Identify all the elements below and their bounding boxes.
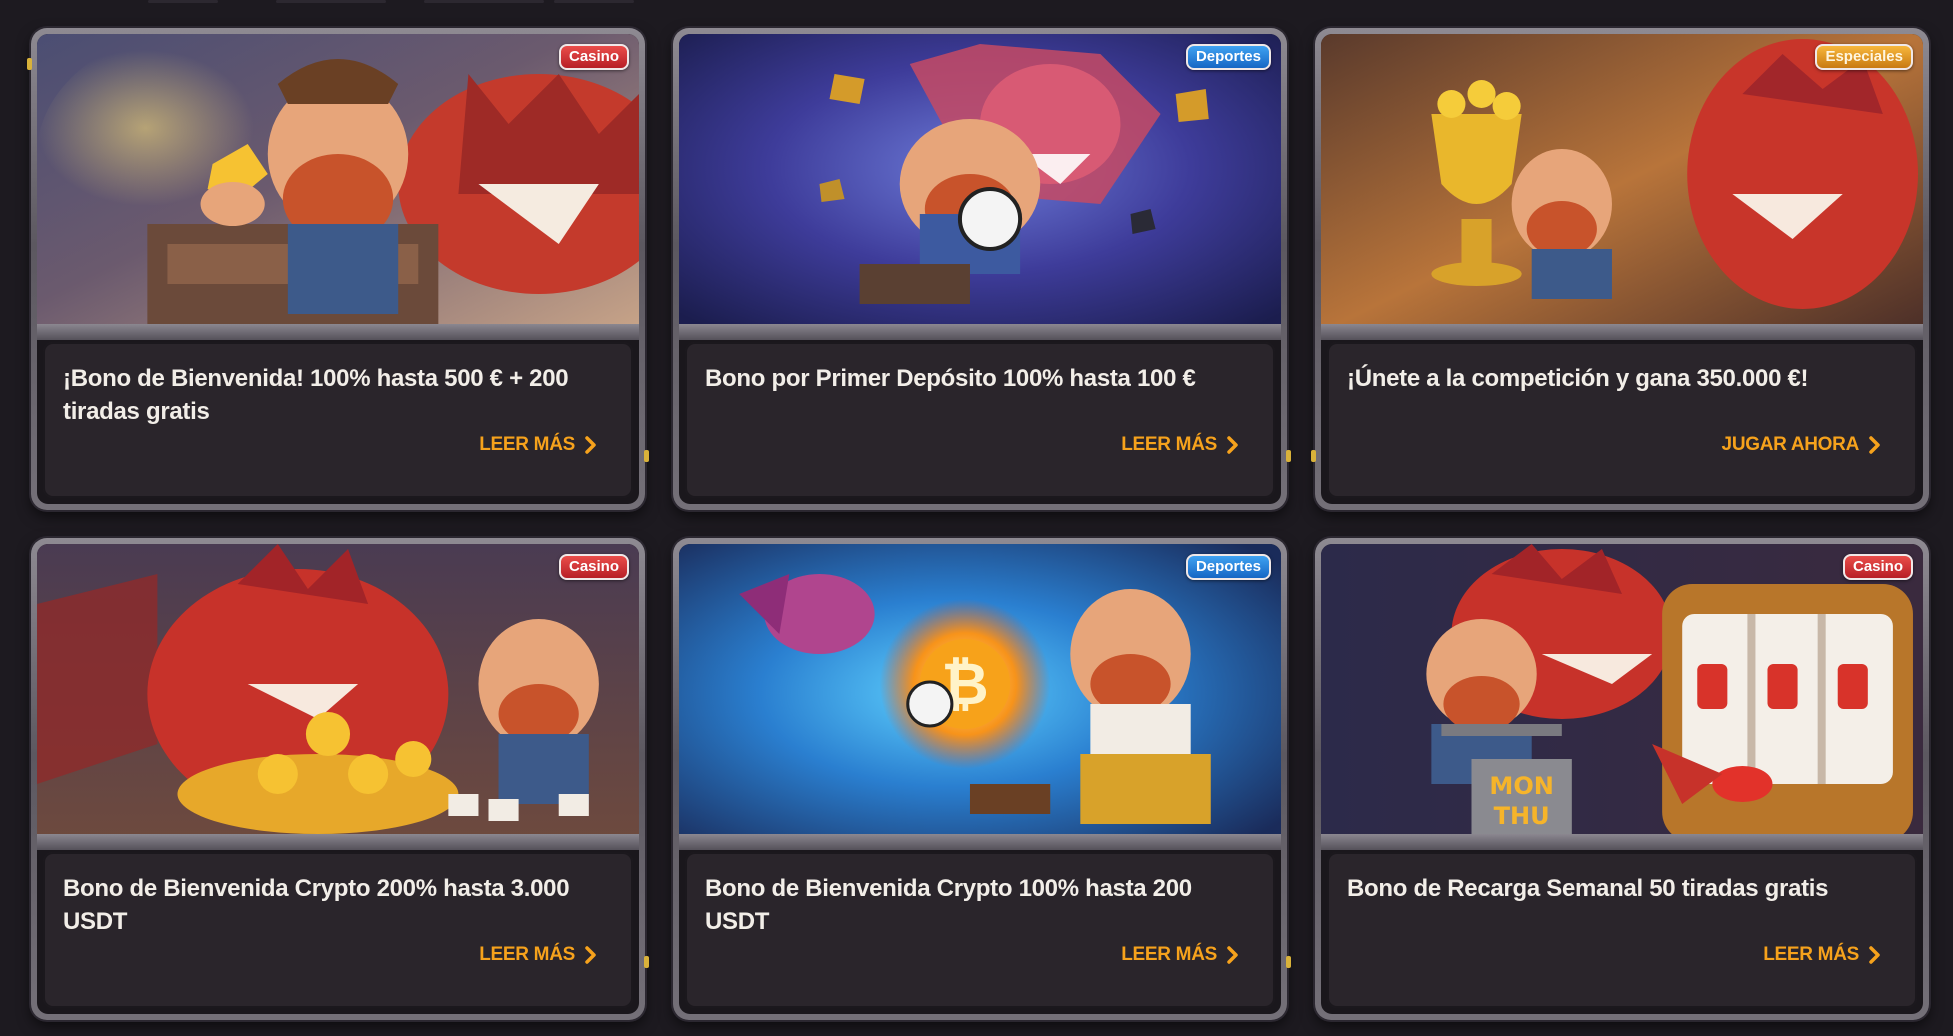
category-badge: Casino <box>558 44 629 70</box>
promo-title: ¡Bono de Bienvenida! 100% hasta 500 € + … <box>63 365 569 425</box>
frame-ornament <box>644 450 649 462</box>
cta-label: LEER MÁS <box>1121 944 1217 965</box>
promo-card-body: Casino Bono de Bienvenida Crypto 200% ha… <box>37 544 639 1014</box>
category-badge: Especiales <box>1815 44 1913 70</box>
promo-image <box>37 544 639 842</box>
chevron-right-icon <box>1869 946 1880 964</box>
promo-card[interactable]: MON THU Casino Bono de Recarga Semanal 5… <box>1315 538 1929 1020</box>
top-divider <box>0 0 1953 6</box>
promo-title: Bono de Bienvenida Crypto 100% hasta 200… <box>705 875 1192 935</box>
frame-ornament <box>1286 956 1291 968</box>
promo-card[interactable]: ₿ Deportes Bono de Bienvenida Crypto 100… <box>673 538 1291 1020</box>
promo-card-body: Casino ¡Bono de Bienvenida! 100% hasta 5… <box>37 34 639 504</box>
promo-card-body: ₿ Deportes Bono de Bienvenida Crypto 100… <box>679 544 1281 1014</box>
chevron-right-icon <box>1869 436 1880 454</box>
cta-label: LEER MÁS <box>1121 434 1217 455</box>
card-divider <box>679 834 1281 850</box>
promotions-grid: Casino ¡Bono de Bienvenida! 100% hasta 5… <box>27 28 1929 1020</box>
cta-label: LEER MÁS <box>479 434 575 455</box>
promo-card-body: MON THU Casino Bono de Recarga Semanal 5… <box>1321 544 1923 1014</box>
card-divider <box>37 834 639 850</box>
promo-card[interactable]: Especiales ¡Únete a la competición y gan… <box>1311 28 1929 510</box>
art-lettering: THU <box>1494 802 1550 830</box>
promo-image <box>37 34 639 332</box>
chevron-right-icon <box>1227 946 1238 964</box>
category-badge: Deportes <box>1185 554 1271 580</box>
read-more-button[interactable]: LEER MÁS <box>1763 944 1881 966</box>
card-divider <box>1321 834 1923 850</box>
promo-image: ₿ <box>679 544 1281 842</box>
promo-image <box>679 34 1281 332</box>
card-divider <box>1321 324 1923 340</box>
read-more-button[interactable]: LEER MÁS <box>479 434 597 456</box>
frame-ornament <box>644 956 649 968</box>
promo-title: ¡Únete a la competición y gana 350.000 €… <box>1347 365 1809 392</box>
frame-ornament <box>1311 450 1316 462</box>
read-more-button[interactable]: LEER MÁS <box>1121 434 1239 456</box>
promo-title: Bono de Recarga Semanal 50 tiradas grati… <box>1347 875 1829 902</box>
category-badge: Casino <box>1842 554 1913 580</box>
cta-label: JUGAR AHORA <box>1721 434 1860 455</box>
promo-info: Bono de Bienvenida Crypto 100% hasta 200… <box>685 852 1275 1008</box>
promo-info: Bono de Bienvenida Crypto 200% hasta 3.0… <box>43 852 633 1008</box>
promo-info: Bono por Primer Depósito 100% hasta 100 … <box>685 342 1275 498</box>
promo-card[interactable]: Casino Bono de Bienvenida Crypto 200% ha… <box>31 538 649 1020</box>
read-more-button[interactable]: LEER MÁS <box>1121 944 1239 966</box>
cta-label: LEER MÁS <box>479 944 575 965</box>
play-now-button[interactable]: JUGAR AHORA <box>1722 434 1881 456</box>
promo-card-body: Deportes Bono por Primer Depósito 100% h… <box>679 34 1281 504</box>
promo-card[interactable]: Deportes Bono por Primer Depósito 100% h… <box>673 28 1291 510</box>
promo-info: ¡Bono de Bienvenida! 100% hasta 500 € + … <box>43 342 633 498</box>
cta-label: LEER MÁS <box>1763 944 1859 965</box>
promo-title: Bono por Primer Depósito 100% hasta 100 … <box>705 365 1196 392</box>
art-lettering: MON <box>1489 772 1554 800</box>
promo-info: Bono de Recarga Semanal 50 tiradas grati… <box>1327 852 1917 1008</box>
chevron-right-icon <box>1227 436 1238 454</box>
promo-card[interactable]: Casino ¡Bono de Bienvenida! 100% hasta 5… <box>27 28 649 510</box>
promo-info: ¡Únete a la competición y gana 350.000 €… <box>1327 342 1917 498</box>
read-more-button[interactable]: LEER MÁS <box>479 944 597 966</box>
frame-ornament <box>27 58 32 70</box>
chevron-right-icon <box>585 946 596 964</box>
category-badge: Deportes <box>1185 44 1271 70</box>
promo-image: MON THU <box>1321 544 1923 842</box>
promo-title: Bono de Bienvenida Crypto 200% hasta 3.0… <box>63 875 570 935</box>
card-divider <box>679 324 1281 340</box>
chevron-right-icon <box>585 436 596 454</box>
frame-ornament <box>1286 450 1291 462</box>
promo-card-body: Especiales ¡Únete a la competición y gan… <box>1321 34 1923 504</box>
category-badge: Casino <box>558 554 629 580</box>
card-divider <box>37 324 639 340</box>
promo-image <box>1321 34 1923 332</box>
